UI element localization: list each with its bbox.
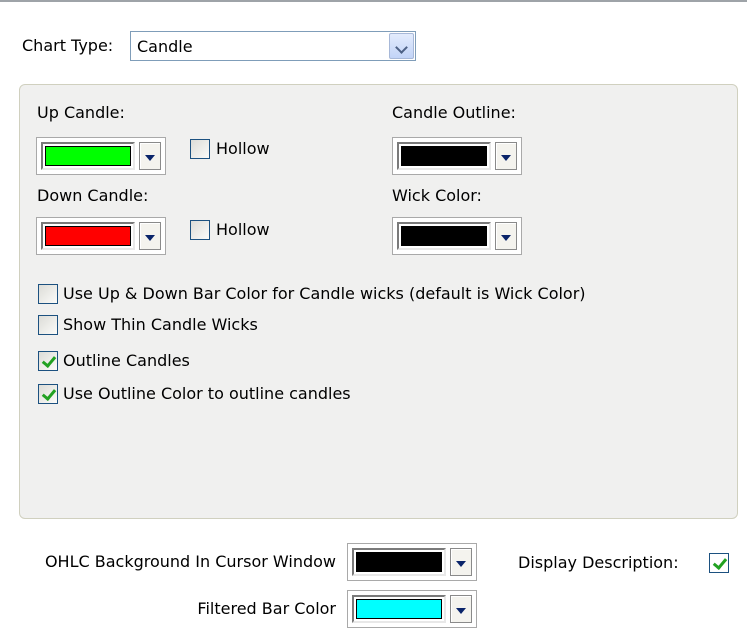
down-candle-hollow-checkbox[interactable] <box>190 220 210 240</box>
dropdown-arrow-icon[interactable] <box>139 142 161 170</box>
chevron-down-icon[interactable] <box>389 33 414 59</box>
filtered-bar-swatch-fill <box>356 599 442 619</box>
chart-type-select[interactable]: Candle <box>130 31 416 61</box>
down-candle-hollow-label: Hollow <box>216 220 270 239</box>
color-swatch <box>352 595 446 623</box>
option-outline-color-label: Use Outline Color to outline candles <box>63 384 351 403</box>
wick-color-label: Wick Color: <box>392 186 482 205</box>
ohlc-background-swatch-fill <box>356 552 442 572</box>
color-swatch <box>352 548 446 576</box>
candle-outline-color-picker[interactable] <box>392 137 522 175</box>
filtered-bar-color-label: Filtered Bar Color <box>197 599 336 618</box>
up-candle-label: Up Candle: <box>37 103 125 122</box>
dropdown-arrow-icon[interactable] <box>450 595 472 623</box>
display-description-checkbox[interactable] <box>709 553 729 573</box>
ohlc-background-color-picker[interactable] <box>347 543 477 581</box>
top-divider <box>0 0 747 2</box>
candle-outline-swatch-fill <box>401 146 487 166</box>
display-description-label: Display Description: <box>518 553 679 572</box>
option-thin-wicks-label: Show Thin Candle Wicks <box>63 315 258 334</box>
dropdown-arrow-icon[interactable] <box>495 222 517 250</box>
wick-color-picker[interactable] <box>392 217 522 255</box>
wick-color-swatch-fill <box>401 226 487 246</box>
option-up-down-wick-label: Use Up & Down Bar Color for Candle wicks… <box>63 284 586 303</box>
option-up-down-wick-checkbox[interactable] <box>38 284 58 304</box>
down-candle-label: Down Candle: <box>37 186 149 205</box>
color-swatch <box>397 142 491 170</box>
color-swatch <box>397 222 491 250</box>
candle-outline-label: Candle Outline: <box>392 103 516 122</box>
chart-type-label: Chart Type: <box>22 36 114 55</box>
down-candle-color-picker[interactable] <box>36 217 166 255</box>
up-candle-hollow-checkbox[interactable] <box>190 139 210 159</box>
option-outline-candles-label: Outline Candles <box>63 351 190 370</box>
ohlc-background-label: OHLC Background In Cursor Window <box>44 552 336 571</box>
filtered-bar-color-picker[interactable] <box>347 590 477 628</box>
up-candle-swatch-fill <box>45 146 131 166</box>
up-candle-hollow-label: Hollow <box>216 139 270 158</box>
color-swatch <box>41 142 135 170</box>
option-thin-wicks-checkbox[interactable] <box>38 315 58 335</box>
dropdown-arrow-icon[interactable] <box>139 222 161 250</box>
down-candle-swatch-fill <box>45 226 131 246</box>
option-outline-candles-checkbox[interactable] <box>38 351 58 371</box>
option-outline-color-checkbox[interactable] <box>38 384 58 404</box>
chart-type-value: Candle <box>137 37 193 56</box>
up-candle-color-picker[interactable] <box>36 137 166 175</box>
dropdown-arrow-icon[interactable] <box>495 142 517 170</box>
dropdown-arrow-icon[interactable] <box>450 548 472 576</box>
color-swatch <box>41 222 135 250</box>
